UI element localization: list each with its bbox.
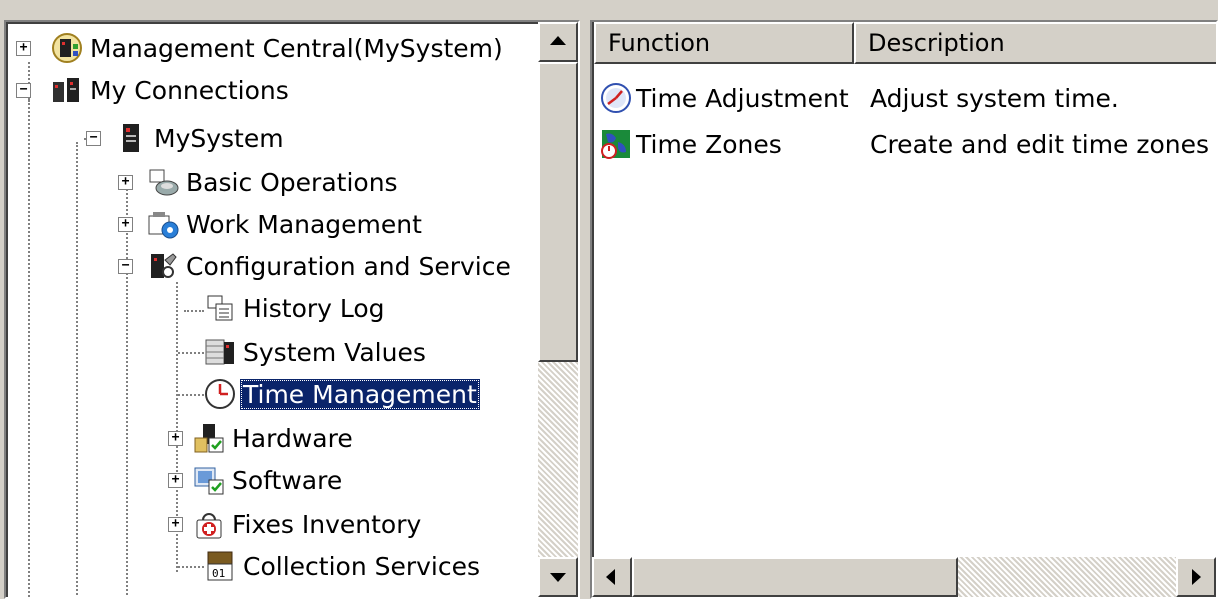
tree-line [178, 394, 204, 396]
expand-button[interactable]: + [168, 430, 183, 446]
scroll-right-button[interactable] [1176, 557, 1216, 597]
column-header-label: Function [608, 29, 711, 57]
right-arrow-icon [1192, 569, 1201, 585]
tree-item-label: Management Central(MySystem) [90, 33, 503, 63]
tree-item-basic-operations[interactable]: + Basic Operations [118, 162, 401, 202]
tree-item-collection-services[interactable]: 01 Collection Services [204, 546, 483, 586]
expand-button[interactable]: + [118, 174, 133, 190]
function-list[interactable]: Function Description Time Adjustment Adj… [590, 20, 1218, 599]
tree-item-hardware[interactable]: + Hardware [168, 418, 356, 458]
collapse-button[interactable]: − [16, 82, 31, 98]
tree-item-fixes-inventory[interactable]: + Fixes Inventory [168, 504, 424, 544]
tree-item-label: MySystem [154, 123, 284, 153]
tree-line [178, 566, 204, 568]
tree-line [126, 182, 128, 597]
tree-item-software[interactable]: + Software [168, 460, 345, 500]
function-cell: Time Adjustment [600, 78, 849, 118]
tree-item-label: History Log [243, 293, 385, 323]
tree-item-my-connections[interactable]: − My Connections [16, 70, 292, 110]
tree-vertical-scrollbar[interactable] [538, 22, 578, 597]
tree-item-label: My Connections [90, 75, 289, 105]
time-adjustment-icon [600, 82, 632, 114]
column-header-description[interactable]: Description [854, 22, 1216, 64]
time-zones-icon [600, 128, 632, 160]
tree-item-mysystem[interactable]: − MySystem [86, 118, 287, 158]
system-values-icon [204, 336, 236, 368]
tree-item-label: Configuration and Service [186, 251, 511, 281]
tree-item-label: Time Management [240, 378, 480, 410]
scroll-thumb[interactable] [538, 62, 578, 362]
scroll-left-button[interactable] [592, 557, 632, 597]
column-header-label: Description [868, 29, 1005, 57]
software-icon [193, 464, 225, 496]
clock-icon [204, 378, 236, 410]
tree-line [184, 310, 204, 312]
expand-button[interactable]: + [16, 40, 31, 56]
tree-item-label: Fixes Inventory [232, 509, 422, 539]
function-label: Time Adjustment [636, 83, 849, 113]
tree-item-history-log[interactable]: History Log [204, 288, 388, 328]
collapse-button[interactable]: − [118, 258, 133, 274]
expand-button[interactable]: + [168, 516, 183, 532]
navigation-tree[interactable]: + Management Central(MySystem) − My Conn… [4, 20, 580, 599]
expand-button[interactable]: + [118, 216, 133, 232]
tree-line [28, 100, 30, 597]
tree-item-work-management[interactable]: + Work Management [118, 204, 425, 244]
configuration-service-icon [147, 250, 179, 282]
horizontal-scroll-thumb[interactable] [632, 557, 958, 597]
tree-item-management-central[interactable]: + Management Central(MySystem) [16, 28, 506, 68]
tree-item-time-management[interactable]: Time Management [204, 374, 480, 414]
collapse-button[interactable]: − [86, 130, 101, 146]
tree-item-label: Work Management [186, 209, 422, 239]
function-cell: Time Zones [600, 124, 782, 164]
tree-item-label: Hardware [232, 423, 353, 453]
scroll-up-button[interactable] [538, 22, 578, 62]
up-arrow-icon [550, 36, 566, 45]
down-arrow-icon [550, 573, 566, 582]
function-label: Time Zones [636, 129, 782, 159]
column-header-function[interactable]: Function [594, 22, 854, 64]
description-cell: Create and edit time zones [870, 129, 1210, 159]
hardware-icon [193, 422, 225, 454]
svg-text:01: 01 [212, 567, 225, 580]
tree-line [178, 352, 204, 354]
tree-item-system-values[interactable]: System Values [204, 332, 429, 372]
work-management-icon [147, 208, 179, 240]
left-arrow-icon [606, 569, 615, 585]
tree-line [76, 142, 78, 597]
tree-item-label: Basic Operations [186, 167, 398, 197]
scroll-down-button[interactable] [538, 557, 578, 597]
system-tower-icon [115, 122, 147, 154]
tree-item-label: Software [232, 465, 343, 495]
management-central-icon [51, 32, 83, 64]
expand-button[interactable]: + [168, 472, 183, 488]
collection-services-icon: 01 [204, 550, 236, 582]
connections-icon [51, 74, 83, 106]
basic-operations-icon [147, 166, 179, 198]
description-cell: Adjust system time. [870, 83, 1119, 113]
fixes-inventory-icon [193, 508, 225, 540]
history-log-icon [204, 292, 236, 324]
tree-item-label: System Values [243, 337, 426, 367]
tree-item-configuration-and-service[interactable]: − Configuration and Service [118, 246, 514, 286]
tree-item-label: Collection Services [243, 551, 481, 581]
list-horizontal-scrollbar[interactable] [592, 557, 1216, 597]
